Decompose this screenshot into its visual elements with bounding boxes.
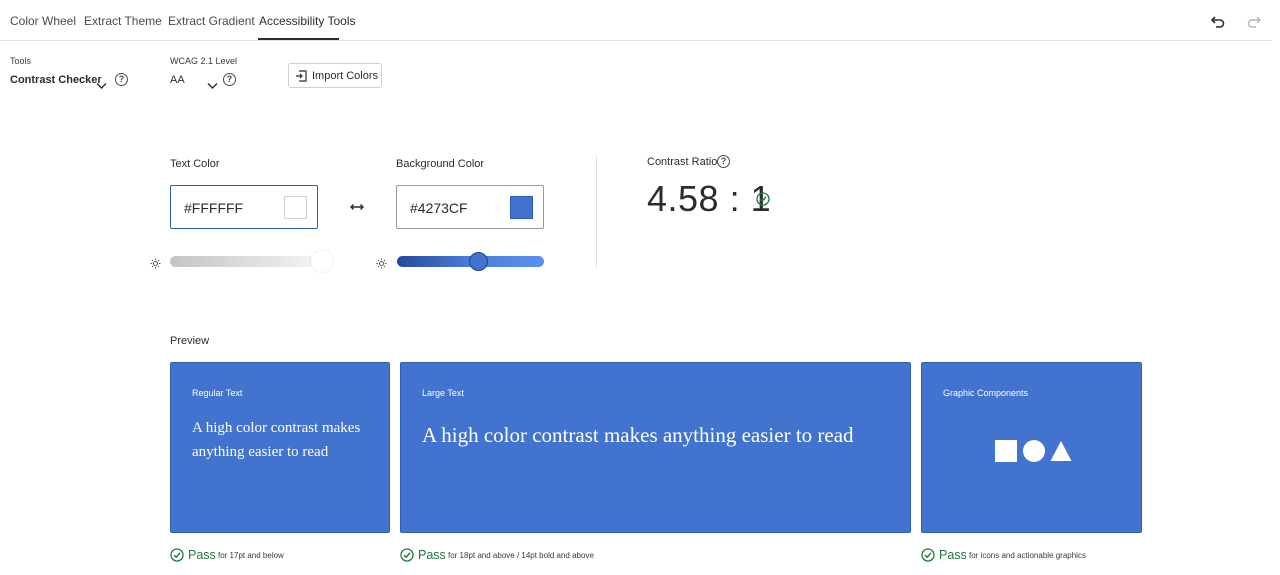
tools-picker-value[interactable]: Contrast Checker [10,74,102,86]
text-color-swatch[interactable] [284,196,307,219]
redo-icon[interactable] [1246,14,1262,30]
wcag-level-value[interactable]: AA [170,74,185,86]
help-icon[interactable]: ? [717,155,730,168]
circle-icon [1023,440,1045,462]
brightness-icon [150,256,161,269]
result-status: Pass [939,548,967,562]
result-note: for 17pt and below [218,551,284,560]
tab-extract-gradient[interactable]: Extract Gradient [168,14,255,28]
tab-bar: Color Wheel Extract Theme Extract Gradie… [0,0,1272,41]
regular-text-result: Pass for 17pt and below [170,547,390,563]
result-status: Pass [188,548,216,562]
brightness-icon [376,256,387,269]
import-icon [296,70,307,82]
preview-title: Preview [170,335,210,347]
background-color-field[interactable]: #4273CF [396,185,544,229]
chevron-down-icon[interactable] [207,77,218,89]
card-label: Graphic Components [943,388,1029,398]
contrast-ratio-label: Contrast Ratio [647,156,718,168]
tab-color-wheel[interactable]: Color Wheel [10,14,76,28]
check-circle-icon [170,548,184,562]
contrast-ratio-value: 4.58 : 1 [647,178,772,219]
preview-sample-text: A high color contrast makes anything eas… [422,423,854,447]
background-color-swatch[interactable] [510,196,533,219]
undo-icon[interactable] [1210,14,1226,30]
result-note: for 18pt and above / 14pt bold and above [448,551,594,560]
result-status: Pass [418,548,446,562]
import-colors-button[interactable]: Import Colors [288,63,382,88]
card-label: Regular Text [192,388,243,398]
large-text-result: Pass for 18pt and above / 14pt bold and … [400,547,700,563]
large-text-preview-card: Large Text A high color contrast makes a… [400,362,911,533]
help-icon[interactable]: ? [223,73,236,86]
tools-label: Tools [10,56,32,66]
import-colors-label: Import Colors [312,70,379,82]
section-divider [596,156,597,269]
background-color-label: Background Color [396,158,485,170]
wcag-level-label: WCAG 2.1 Level [170,56,238,66]
background-color-lightness-thumb[interactable] [469,252,488,271]
chevron-down-icon[interactable] [96,77,107,89]
tab-extract-theme[interactable]: Extract Theme [84,14,162,28]
result-note: for icons and actionable graphics [969,551,1086,560]
check-circle-icon [921,548,935,562]
graphic-components-result: Pass for icons and actionable graphics [921,547,1171,563]
card-label: Large Text [422,388,464,398]
background-color-hex[interactable]: #4273CF [410,200,468,216]
active-tab-indicator [258,38,339,40]
check-circle-icon [400,548,414,562]
text-color-hex[interactable]: #FFFFFF [184,200,243,216]
text-color-lightness-thumb[interactable] [311,250,333,272]
tab-accessibility-tools[interactable]: Accessibility Tools [259,14,355,28]
triangle-icon [1050,440,1072,467]
preview-sample-text: A high color contrast makes anything eas… [192,420,361,460]
graphic-components-preview-card: Graphic Components [921,362,1142,533]
text-color-field[interactable]: #FFFFFF [170,185,318,229]
text-color-label: Text Color [170,158,220,170]
help-icon[interactable]: ? [115,73,128,86]
regular-text-preview-card: Regular Text A high color contrast makes… [170,362,390,533]
text-color-lightness-slider[interactable] [170,256,320,267]
square-icon [995,440,1017,462]
check-circle-icon [756,192,770,206]
swap-arrows-icon[interactable] [349,199,365,210]
